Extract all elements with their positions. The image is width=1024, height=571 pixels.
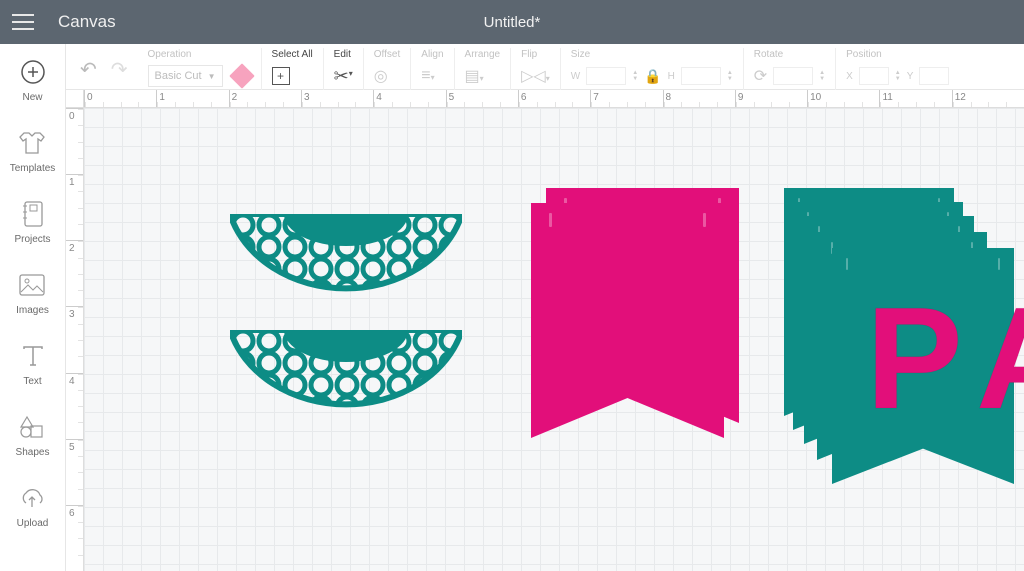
width-input[interactable] [586, 67, 626, 85]
height-label: H [668, 71, 675, 82]
app-bar: Canvas Untitled* [0, 0, 1024, 44]
x-label: X [846, 71, 853, 82]
sidebar-item-label: Images [16, 305, 49, 316]
pink-banner-front[interactable] [531, 203, 724, 438]
width-label: W [571, 71, 580, 82]
height-input[interactable] [681, 67, 721, 85]
app-title: Canvas [58, 12, 116, 32]
sidebar-item-images[interactable]: Images [16, 271, 49, 316]
align-header: Align [421, 48, 443, 62]
rotate-stepper[interactable]: ▲▼ [819, 70, 825, 82]
menu-icon[interactable] [12, 8, 40, 36]
canvas-area: 0 1 2 3 4 5 6 7 8 9 10 11 12 0 1 2 3 4 5… [66, 90, 1024, 571]
tshirt-icon [18, 129, 46, 157]
height-stepper[interactable]: ▲▼ [727, 70, 733, 82]
align-icon[interactable]: ≡▾ [421, 67, 434, 85]
operation-header: Operation [148, 48, 251, 62]
sidebar-item-label: Shapes [16, 447, 50, 458]
edit-header: Edit [334, 48, 353, 62]
arrange-header: Arrange [465, 48, 501, 62]
design-canvas[interactable]: P A [84, 108, 1024, 571]
rotate-header: Rotate [754, 48, 825, 62]
sidebar-item-projects[interactable]: Projects [14, 200, 50, 245]
offset-icon[interactable]: ◎ [374, 66, 388, 86]
offset-header: Offset [374, 48, 401, 62]
y-label: Y [907, 71, 914, 82]
cloud-upload-icon [18, 484, 46, 512]
edit-tools-icon[interactable]: ✂▾ [334, 66, 353, 87]
sidebar-item-text[interactable]: Text [19, 342, 47, 387]
select-all-header: Select All [272, 48, 313, 62]
plus-circle-icon [19, 58, 47, 86]
operation-select[interactable]: Basic Cut▼ [148, 65, 223, 87]
size-header: Size [571, 48, 733, 62]
width-stepper[interactable]: ▲▼ [632, 70, 638, 82]
redo-icon[interactable]: ↷ [111, 57, 128, 82]
sidebar-item-label: Upload [17, 518, 49, 529]
arrange-icon[interactable]: ▤▾ [465, 66, 484, 86]
x-stepper[interactable]: ▲▼ [895, 70, 901, 82]
flip-header: Flip [521, 48, 550, 62]
sidebar-item-shapes[interactable]: Shapes [16, 413, 50, 458]
document-title[interactable]: Untitled* [484, 14, 541, 31]
shapes-icon [18, 413, 46, 441]
flip-icon[interactable]: ▷◁▾ [521, 66, 550, 86]
sidebar-item-upload[interactable]: Upload [17, 484, 49, 529]
undo-icon[interactable]: ↶ [80, 57, 97, 82]
toolbar: ↶ ↷ Operation Basic Cut▼ Select All + Ed… [66, 44, 1024, 90]
sidebar-item-label: New [22, 92, 42, 103]
rotate-icon[interactable]: ⟳ [754, 66, 767, 86]
sidebar-item-label: Templates [10, 163, 56, 174]
doily-shape-1[interactable] [230, 214, 462, 324]
y-input[interactable] [919, 67, 949, 85]
rotate-input[interactable] [773, 67, 813, 85]
sidebar-item-label: Text [23, 376, 41, 387]
select-all-button[interactable]: + [272, 67, 290, 85]
x-input[interactable] [859, 67, 889, 85]
image-icon [18, 271, 46, 299]
notebook-icon [19, 200, 47, 228]
lock-aspect-icon[interactable]: 🔒 [644, 68, 661, 85]
sidebar-item-label: Projects [14, 234, 50, 245]
doily-shape-2[interactable] [230, 330, 462, 440]
letter-A[interactable]: A [976, 286, 1024, 431]
sidebar-item-new[interactable]: New [19, 58, 47, 103]
ruler-vertical: 0 1 2 3 4 5 6 [66, 108, 84, 571]
text-icon [19, 342, 47, 370]
left-sidebar: New Templates Projects Images Text Shape… [0, 44, 66, 571]
letter-P[interactable]: P [866, 286, 963, 431]
sidebar-item-templates[interactable]: Templates [10, 129, 56, 174]
ruler-corner [66, 90, 84, 108]
ruler-horizontal: 0 1 2 3 4 5 6 7 8 9 10 11 12 [84, 90, 1024, 108]
position-header: Position [846, 48, 949, 62]
operation-color-icon[interactable] [229, 63, 254, 88]
